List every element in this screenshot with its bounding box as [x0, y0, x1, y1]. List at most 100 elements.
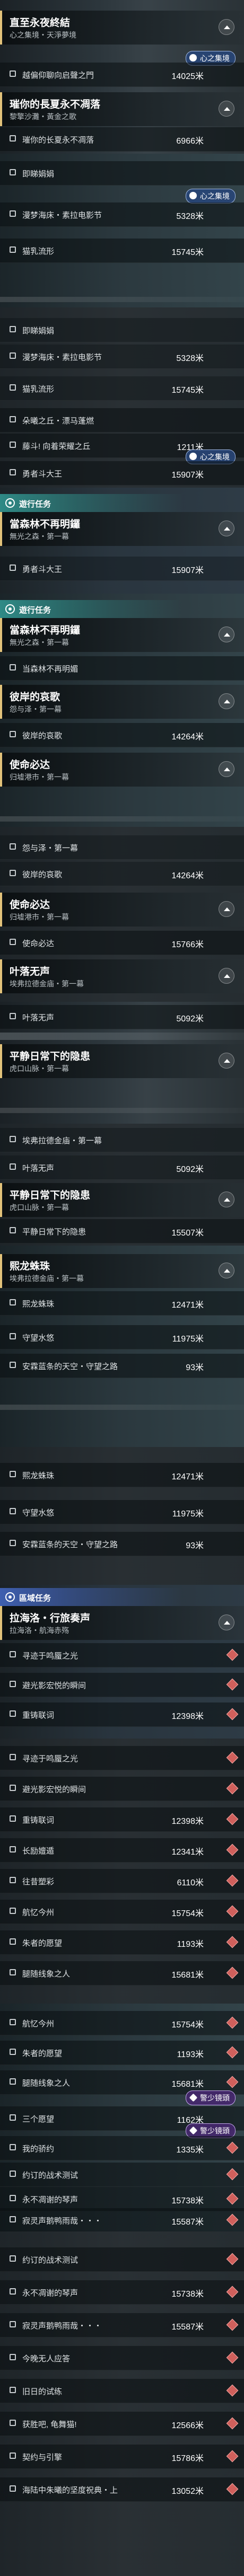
quest-step-row[interactable]: 勇者斗大王 15907米: [0, 557, 244, 581]
collapse-chevron-up-icon[interactable]: [219, 761, 234, 777]
quest-step-row[interactable]: 越偏仰聊向启聲之門 14025米: [0, 63, 244, 87]
quest-step-row[interactable]: 重铸联词 12398米: [0, 1807, 244, 1832]
collapse-chevron-up-icon[interactable]: [219, 901, 234, 917]
quest-step-row[interactable]: 守望水悠 11975米: [0, 1325, 244, 1349]
quest-step-row[interactable]: 长励嬗遁 12341米: [0, 1838, 244, 1863]
collapse-chevron-up-icon[interactable]: [219, 101, 234, 117]
quest-step-row[interactable]: 平静日常下的隐患 15507米: [0, 1219, 244, 1243]
tracking-marker-icon[interactable]: [226, 1905, 239, 1918]
tracking-marker-icon[interactable]: [226, 1843, 239, 1856]
quest-step-row[interactable]: 埃弗拉德金庙・第一幕: [0, 1128, 244, 1152]
quest-header[interactable]: 使命必达 归墟港市・第一幕: [0, 753, 244, 787]
collapse-chevron-up-icon[interactable]: [219, 1053, 234, 1069]
collapse-chevron-up-icon[interactable]: [219, 693, 234, 709]
quest-step-row[interactable]: 寂灵声鹅鸭雨哉・・・ 15587米: [0, 2313, 244, 2337]
tracking-marker-icon[interactable]: [226, 2141, 239, 2154]
quest-step-row[interactable]: 腿随线象之人 15681米: [0, 1961, 244, 1986]
quest-step-row[interactable]: 漫梦海床・素拉电影节 5328米: [0, 202, 244, 227]
quest-header[interactable]: 使命必达 归墟港市・第一幕: [0, 893, 244, 927]
tracking-marker-icon[interactable]: [226, 2384, 239, 2397]
collapse-chevron-up-icon[interactable]: [219, 19, 234, 35]
quest-step-row[interactable]: 即睇娟娟: [0, 161, 244, 186]
quest-step-row[interactable]: 契约与引擎 15786米: [0, 2445, 244, 2469]
quest-step-row[interactable]: 重铸联词 12398米: [0, 1702, 244, 1727]
quest-step-row[interactable]: 约订的战术测试: [0, 2247, 244, 2272]
quest-step-row[interactable]: 璀你的长夏永不凋落 6966米: [0, 127, 244, 152]
tracking-marker-icon[interactable]: [226, 2192, 239, 2205]
quest-step-row[interactable]: 避光影宏悦的瞬间: [0, 1777, 244, 1801]
quest-step-row[interactable]: 猫乳流形 15745米: [0, 376, 244, 401]
quest-step-row[interactable]: 使命必达 15766米: [0, 931, 244, 955]
quest-step-row[interactable]: 海陆中朱曦的坚度祝典・上 13052米: [0, 2477, 244, 2502]
tracking-marker-icon[interactable]: [226, 2046, 239, 2059]
quest-step-row[interactable]: 获胜吧, 龟舞猫! 12566米: [0, 2412, 244, 2436]
quest-step-row[interactable]: 熙龙蛛珠 12471米: [0, 1463, 244, 1487]
tracking-marker-icon[interactable]: [226, 2450, 239, 2463]
quest-step-row[interactable]: 熙龙蛛珠 12471米: [0, 1291, 244, 1316]
tracking-marker-icon[interactable]: [226, 2076, 239, 2088]
tracking-marker-icon[interactable]: [226, 2016, 239, 2029]
quest-header[interactable]: 平静日常下的隐患 虎口山脉・第一幕: [0, 1183, 244, 1217]
quest-step-row[interactable]: 寂灵声鹅鸭雨哉・・・ 15587米: [0, 2208, 244, 2231]
quest-step-row[interactable]: 旧日的试练: [0, 2379, 244, 2403]
quest-header[interactable]: 當森林不再明鑼 無光之森・第一幕: [0, 512, 244, 546]
collapse-chevron-up-icon[interactable]: [219, 521, 234, 536]
collapse-chevron-up-icon[interactable]: [219, 1615, 234, 1630]
quest-header[interactable]: 璀你的長夏永不凋落 黎擎沙灘・黃金之歌: [0, 92, 244, 126]
quest-step-row[interactable]: 朱者的愿望 1193米: [0, 1930, 244, 1955]
quest-step-row[interactable]: 守望水悠 11975米: [0, 1500, 244, 1524]
tracking-marker-icon[interactable]: [226, 2483, 239, 2495]
tracking-marker-icon[interactable]: [226, 1751, 239, 1764]
tracking-marker-icon[interactable]: [226, 1813, 239, 1825]
quest-step-row[interactable]: 彼岸的哀歌 14264米: [0, 862, 244, 886]
quest-header[interactable]: 彼岸的哀歌 怨与泽・第一幕: [0, 685, 244, 719]
quest-step-row[interactable]: 即睇娟娟: [0, 318, 244, 342]
quest-step-row[interactable]: 漫梦海床・素拉电影节 5328米: [0, 345, 244, 369]
quest-step-row[interactable]: 航忆今州 15754米: [0, 2011, 244, 2035]
collapse-chevron-up-icon[interactable]: [219, 1263, 234, 1278]
quest-header[interactable]: 直至永夜終結 心之集境・天淨夢境: [0, 11, 244, 45]
tracking-marker-icon[interactable]: [226, 2253, 239, 2265]
quest-header[interactable]: 叶落无声 埃弗拉德金庙・第一幕: [0, 959, 244, 993]
quest-step-row[interactable]: 怨与泽・第一幕: [0, 835, 244, 860]
quest-step-row[interactable]: 叶落无声 5092米: [0, 1005, 244, 1029]
quest-step-row[interactable]: 朵曦之丘・漂马蓬燃: [0, 408, 244, 433]
quest-step-row[interactable]: 往昔塑彩 6110米: [0, 1869, 244, 1893]
quest-step-row[interactable]: 航忆今州 15754米: [0, 1900, 244, 1924]
quest-step-row[interactable]: 避光影宏悦的瞬间: [0, 1673, 244, 1697]
quest-step-row[interactable]: 安霖蓝条的天空・守望之路 93米: [0, 1532, 244, 1556]
tracking-marker-icon[interactable]: [226, 2286, 239, 2298]
tracking-marker-icon[interactable]: [226, 2168, 239, 2181]
quest-step-row[interactable]: 寻迹于鸣蜃之光: [0, 1746, 244, 1770]
quest-step-row[interactable]: 今晚无人应答: [0, 2346, 244, 2370]
tracking-marker-icon[interactable]: [226, 1782, 239, 1795]
tracking-marker-icon[interactable]: [226, 2417, 239, 2430]
quest-step-row[interactable]: 朱者的愿望 1193米: [0, 2041, 244, 2065]
quest-step-row[interactable]: 猫乳流形 15745米: [0, 239, 244, 263]
tracking-marker-icon[interactable]: [226, 1648, 239, 1661]
tracking-marker-icon[interactable]: [226, 1874, 239, 1887]
tracking-marker-icon[interactable]: [226, 1936, 239, 1948]
tracking-marker-icon[interactable]: [226, 2318, 239, 2331]
quest-step-row[interactable]: 彼岸的哀歌 14264米: [0, 723, 244, 747]
tracking-marker-icon[interactable]: [226, 2351, 239, 2364]
quest-step-row[interactable]: 我的骄约 1335米: [0, 2136, 244, 2160]
tracking-marker-icon[interactable]: [226, 2213, 239, 2226]
quest-step-row[interactable]: 叶落无声 5092米: [0, 1155, 244, 1180]
quest-step-row[interactable]: 永不凋谢的琴声 15738米: [0, 2280, 244, 2305]
quest-header[interactable]: 拉海洛・行旅奏声 拉海洛・航海赤殇: [0, 1606, 244, 1640]
tracking-marker-icon[interactable]: [226, 1678, 239, 1691]
tracking-marker-icon[interactable]: [226, 1966, 239, 1979]
quest-header[interactable]: 平静日常下的隐患 虎口山脉・第一幕: [0, 1044, 244, 1078]
quest-step-row[interactable]: 勇者斗大王 15907米: [0, 461, 244, 486]
quest-step-row[interactable]: 安霖蓝条的天空・守望之路 93米: [0, 1354, 244, 1378]
quest-step-row[interactable]: 当森林不再明媚: [0, 656, 244, 681]
collapse-chevron-up-icon[interactable]: [219, 968, 234, 984]
collapse-chevron-up-icon[interactable]: [219, 1192, 234, 1207]
quest-header[interactable]: 當森林不再明鑼 無光之森・第一幕: [0, 618, 244, 652]
quest-header[interactable]: 熙龙蛛珠 埃弗拉德金庙・第一幕: [0, 1254, 244, 1288]
collapse-chevron-up-icon[interactable]: [219, 627, 234, 642]
quest-step-row[interactable]: 寻迹于鸣蜃之光: [0, 1643, 244, 1668]
quest-step-row[interactable]: 约订的战术测试: [0, 2163, 244, 2187]
tracking-marker-icon[interactable]: [226, 1708, 239, 1721]
